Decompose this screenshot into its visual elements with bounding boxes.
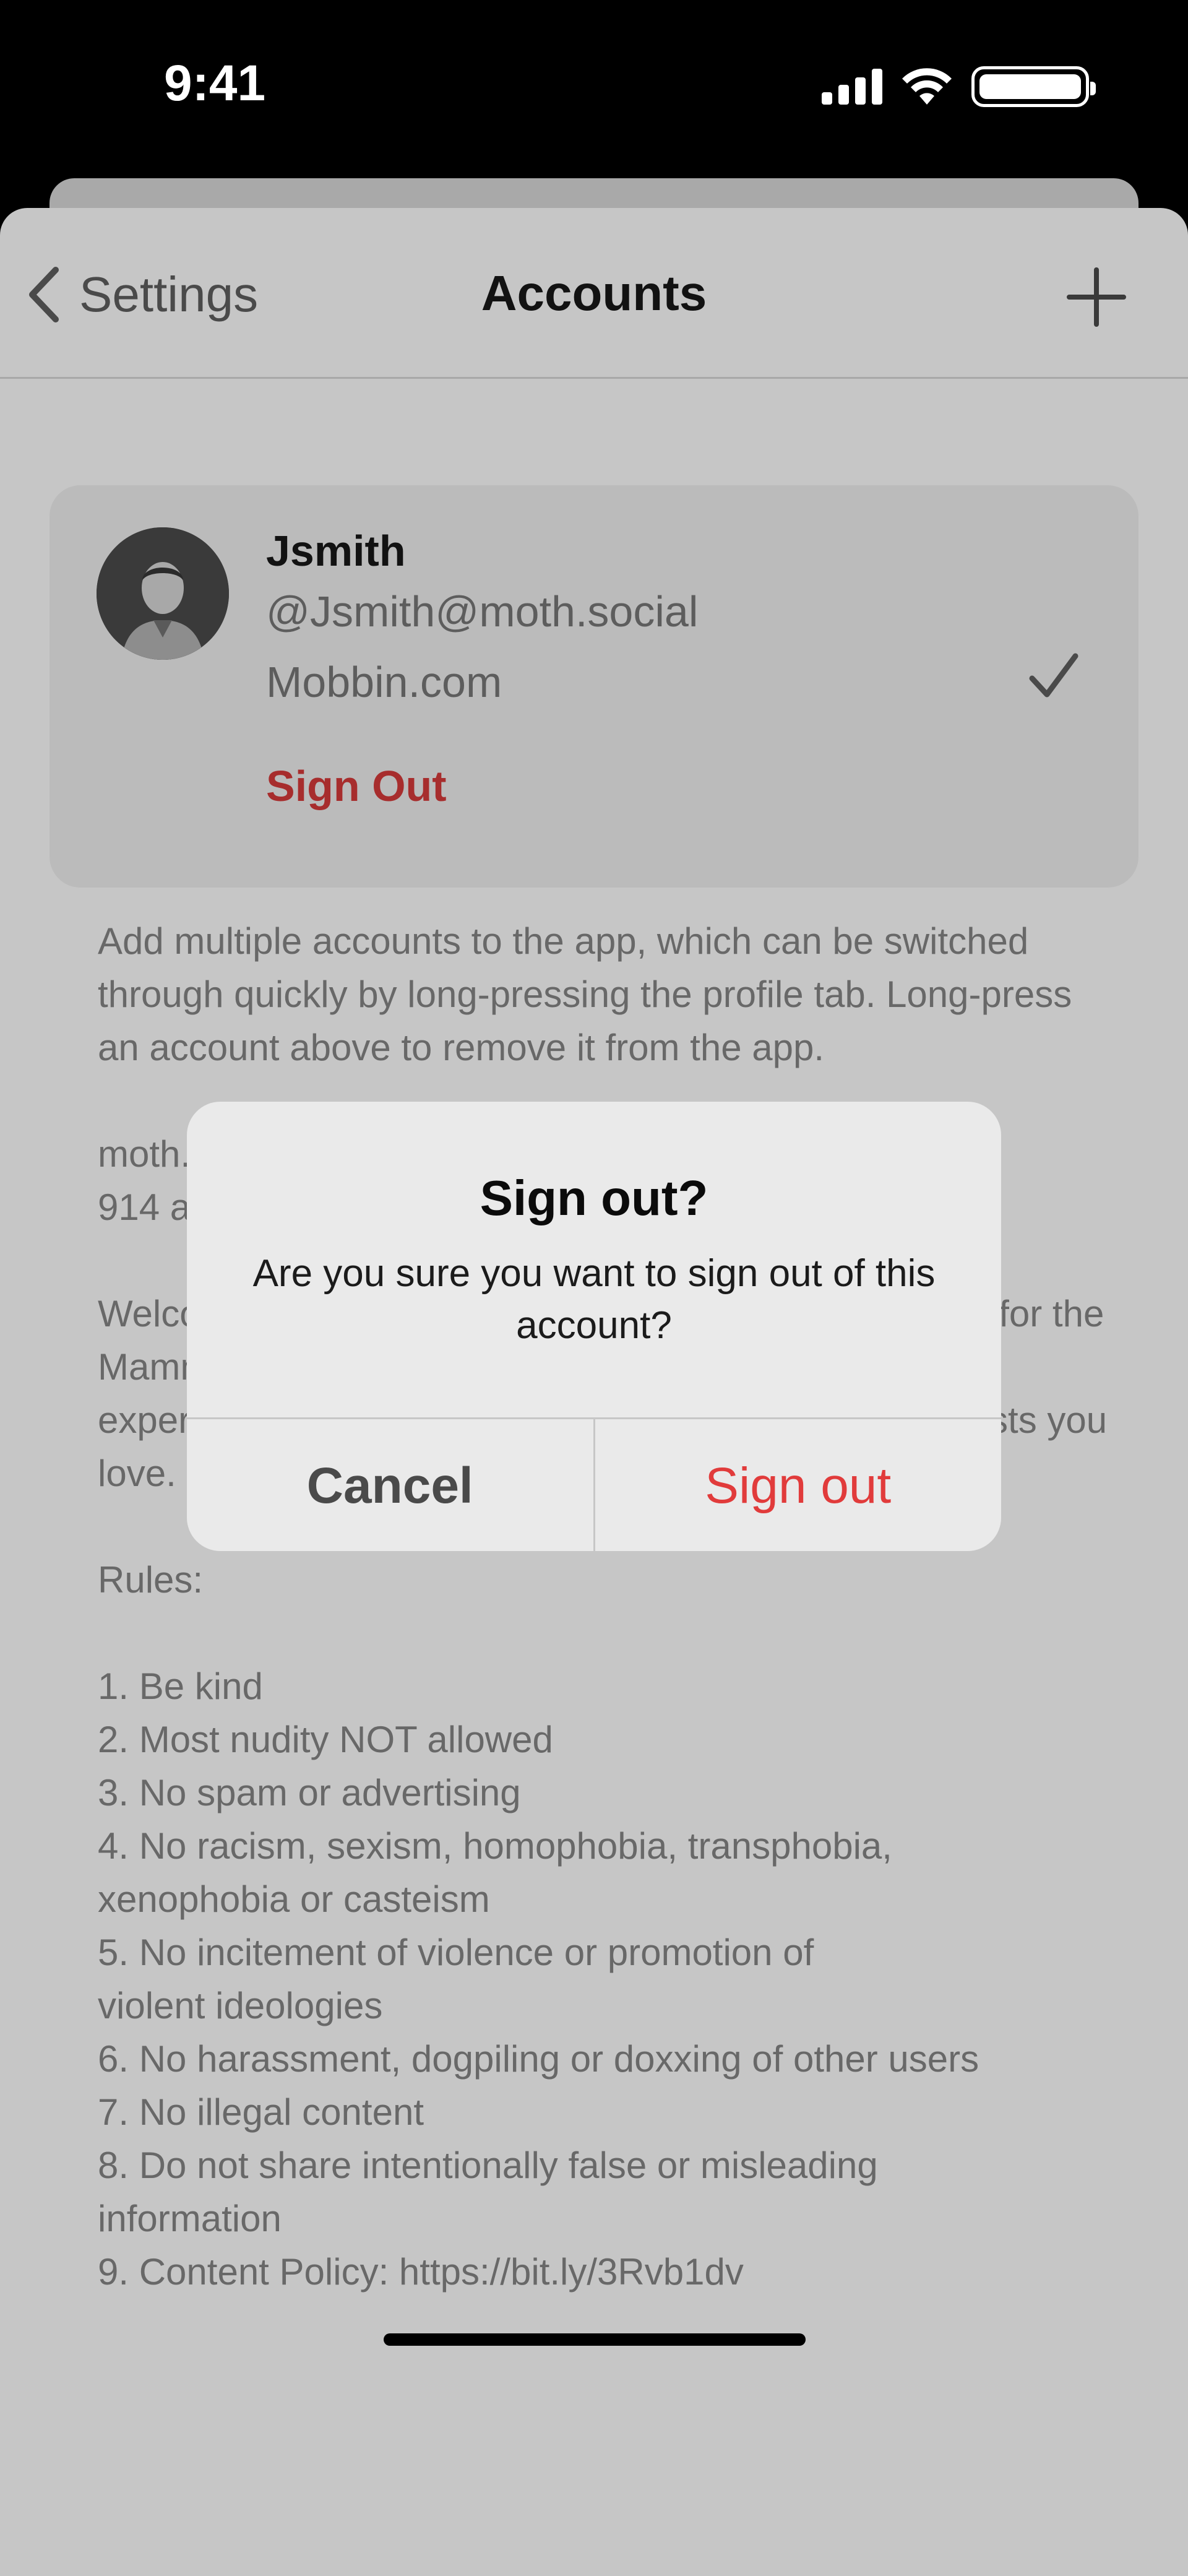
checkmark-icon [1028,651,1079,705]
sign-out-alert: Sign out? Are you sure you want to sign … [187,1102,1001,1551]
account-card[interactable]: Jsmith @Jsmith@moth.social Mobbin.com Si… [50,485,1138,888]
sign-out-link[interactable]: Sign Out [266,761,447,811]
battery-icon [971,66,1096,107]
home-indicator[interactable] [384,2333,806,2346]
signal-icon [822,69,882,105]
account-server: Mobbin.com [266,658,502,706]
navigation-bar: Settings Accounts [0,208,1188,379]
avatar [97,527,229,660]
add-account-button[interactable] [1067,267,1126,330]
status-bar: 9:41 [0,0,1188,179]
cancel-button[interactable]: Cancel [187,1419,595,1551]
confirm-sign-out-button[interactable]: Sign out [595,1419,1002,1551]
status-time: 9:41 [164,55,266,111]
account-name: Jsmith [266,527,406,575]
status-icons [822,62,1096,111]
page-title: Accounts [481,266,707,321]
account-handle: @Jsmith@moth.social [266,587,699,636]
alert-title: Sign out? [480,1170,708,1225]
alert-actions: Cancel Sign out [187,1417,1001,1551]
alert-message: Are you sure you want to sign out of thi… [252,1252,936,1347]
plus-icon [1067,267,1126,327]
wifi-icon [902,68,952,105]
